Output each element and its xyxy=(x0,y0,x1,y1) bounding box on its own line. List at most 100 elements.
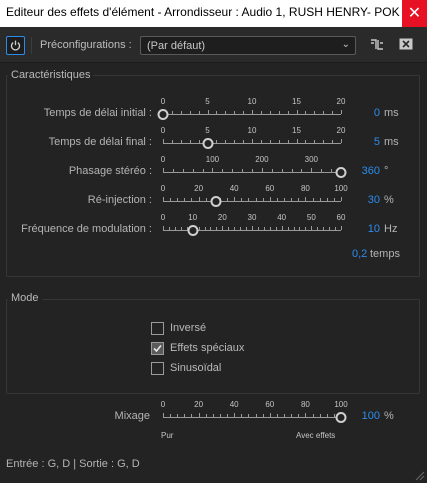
slider-tick xyxy=(276,198,278,201)
slider-tick xyxy=(333,198,335,201)
checkbox-sinusoidal[interactable]: Sinusoïdal xyxy=(151,361,271,377)
param-label: Phasage stéréo : xyxy=(68,165,152,177)
slider-tick xyxy=(262,198,264,201)
slider-tick xyxy=(204,227,206,230)
close-button[interactable]: ✕ xyxy=(402,0,427,27)
slider-tick xyxy=(305,413,307,417)
slider-tick xyxy=(298,198,300,201)
slider-tick xyxy=(312,198,314,201)
slider-tick xyxy=(228,227,230,230)
slider-tick xyxy=(341,226,342,230)
slider-tick xyxy=(248,198,250,201)
modulation-rate-slider[interactable]: 0 10 20 30 40 50 60 xyxy=(161,213,345,241)
slider-tick-label: 10 xyxy=(247,126,257,135)
checkbox-special-effects[interactable]: Effets spéciaux xyxy=(151,341,271,357)
slider-tick xyxy=(184,198,186,201)
checkbox-box[interactable] xyxy=(151,342,164,355)
slider-tick xyxy=(198,413,200,417)
slider-tick xyxy=(331,169,333,172)
power-button[interactable] xyxy=(6,36,25,55)
slider-thumb[interactable] xyxy=(335,412,347,423)
mix-row: Mixage 0 20 40 60 80 100 100 % xyxy=(0,400,427,428)
slider-tick-label: 40 xyxy=(229,400,239,409)
slider-tick xyxy=(234,140,236,143)
slider-tick xyxy=(281,226,283,230)
slider-tick xyxy=(246,227,248,230)
slider-thumb[interactable] xyxy=(335,167,347,178)
slider-tick xyxy=(305,111,307,114)
slider-tick xyxy=(278,140,280,143)
slider-tick xyxy=(278,111,280,114)
slider-tick xyxy=(332,140,334,143)
slider-tick xyxy=(234,197,236,201)
slider-tick xyxy=(321,169,323,172)
routing-icon[interactable] xyxy=(370,38,384,52)
slider-tick xyxy=(252,226,253,230)
presets-dropdown[interactable]: (Par défaut) ⌄ xyxy=(140,36,356,55)
slider-tick xyxy=(269,197,271,201)
slider-tick xyxy=(305,140,307,143)
slider-tick xyxy=(260,140,262,143)
resize-grip-icon[interactable] xyxy=(415,471,425,481)
slider-tick xyxy=(241,198,243,201)
slider-thumb[interactable] xyxy=(202,138,213,149)
slider-tick-label: 20 xyxy=(217,213,227,222)
slider-thumb[interactable] xyxy=(157,109,169,120)
slider-tick-label: 15 xyxy=(292,126,301,135)
param-value[interactable]: 30 xyxy=(368,194,380,206)
slider-tick xyxy=(293,227,295,230)
slider-tick xyxy=(189,111,191,114)
slider-tick-label: 20 xyxy=(194,400,204,409)
param-value[interactable]: 5 xyxy=(374,136,380,148)
slider-tick xyxy=(326,198,328,201)
checkbox-box[interactable] xyxy=(151,362,164,375)
initial-delay-slider[interactable]: 0 5 10 15 20 xyxy=(157,97,345,125)
slider-tick-label: 0 xyxy=(160,126,166,135)
slider-tick xyxy=(260,111,262,114)
slider-tick xyxy=(319,198,321,201)
slider-tick xyxy=(287,227,289,230)
slider-tick xyxy=(329,227,331,230)
slider-tick-label: 10 xyxy=(188,213,198,222)
param-row: Ré-injection : 0 20 40 60 80 100 30 % xyxy=(0,184,427,212)
slider-tick xyxy=(184,414,186,417)
slider-tick-label: 30 xyxy=(247,213,257,222)
slider-thumb[interactable] xyxy=(210,196,222,207)
slider-track-line xyxy=(163,172,341,173)
checkbox-box[interactable] xyxy=(151,322,164,335)
mix-value[interactable]: 100 xyxy=(362,410,380,422)
slider-tick xyxy=(314,140,316,143)
slider-tick-label: 200 xyxy=(255,155,269,164)
slider-tick xyxy=(177,198,179,201)
delete-preset-icon[interactable] xyxy=(399,38,413,50)
mix-slider[interactable]: 0 20 40 60 80 100 xyxy=(160,400,348,428)
slider-tick-label: 10 xyxy=(247,97,257,106)
final-delay-slider[interactable]: 0 5 10 15 20 xyxy=(160,126,345,154)
checkbox-label: Effets spéciaux xyxy=(170,342,245,354)
checkmark-icon xyxy=(153,344,162,353)
slider-tick xyxy=(216,227,218,230)
voices-value[interactable]: 0,2 xyxy=(352,248,367,260)
mix-right-end-label: Avec effets xyxy=(296,431,336,440)
param-value[interactable]: 0 xyxy=(374,107,380,119)
slider-tick-label: 0 xyxy=(160,400,166,409)
slider-tick xyxy=(170,414,172,417)
slider-tick xyxy=(198,140,200,143)
feedback-slider[interactable]: 0 20 40 60 80 100 xyxy=(161,184,348,212)
power-icon xyxy=(10,40,21,51)
slider-tick xyxy=(276,414,278,417)
slider-tick xyxy=(284,414,286,417)
slider-tick-label: 15 xyxy=(292,97,301,106)
slider-tick xyxy=(243,140,245,143)
slider-tick xyxy=(341,139,342,143)
slider-tick xyxy=(174,227,176,230)
param-value[interactable]: 10 xyxy=(368,223,380,235)
slider-tick xyxy=(216,140,218,143)
slider-tick-label: 40 xyxy=(277,213,287,222)
param-value[interactable]: 360 xyxy=(362,165,380,177)
stereo-phase-slider[interactable]: 0 100 200 300 xyxy=(161,155,347,183)
slider-tick xyxy=(191,414,193,417)
checkbox-inverted[interactable]: Inversé xyxy=(151,321,271,337)
slider-tick xyxy=(323,111,325,114)
slider-thumb[interactable] xyxy=(187,225,199,236)
